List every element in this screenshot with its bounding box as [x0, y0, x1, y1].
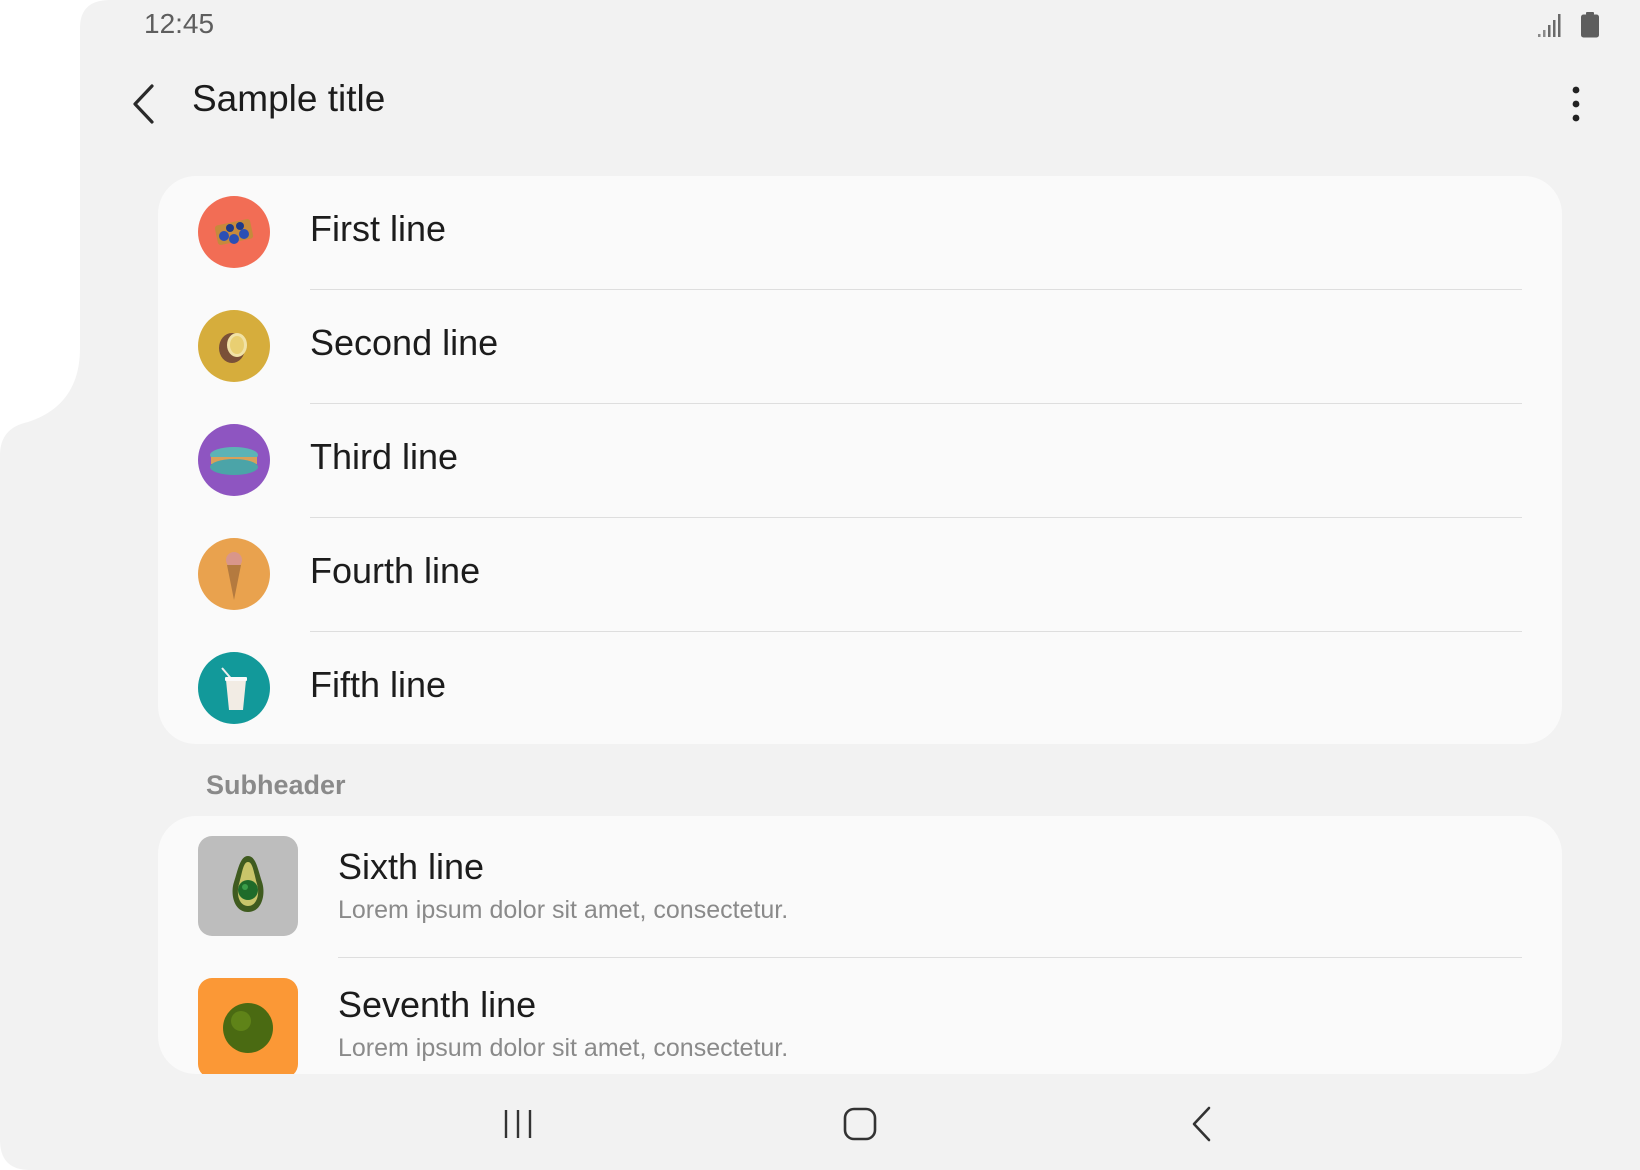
list-item-seventh[interactable]: Seventh line Lorem ipsum dolor sit amet,…	[158, 958, 1562, 1074]
list-item-fourth[interactable]: Fourth line	[158, 518, 1562, 632]
macaron-avatar-icon	[198, 424, 270, 496]
subheader: Subheader	[206, 770, 346, 800]
chevron-left-icon	[133, 84, 154, 124]
more-vert-icon	[1572, 86, 1580, 122]
avocado-thumbnail-icon	[198, 836, 298, 936]
page-title: Sample title	[192, 78, 386, 119]
list-item-third[interactable]: Third line	[158, 404, 1562, 518]
drink-cup-avatar-icon	[198, 652, 270, 724]
back-button[interactable]	[124, 80, 164, 128]
list-item-label: Fifth line	[310, 664, 447, 705]
nav-back-button[interactable]	[1172, 1100, 1232, 1148]
list-item-label: Third line	[310, 436, 459, 477]
home-button[interactable]	[830, 1100, 890, 1148]
list-card-primary: First line Second line Third line Fourth…	[158, 176, 1562, 744]
back-icon	[1192, 1106, 1211, 1142]
fruit-avatar-icon	[198, 310, 270, 382]
list-item-sixth[interactable]: Sixth line Lorem ipsum dolor sit amet, c…	[158, 816, 1562, 958]
recents-icon	[504, 1110, 532, 1138]
signal-icon	[1536, 12, 1564, 43]
home-icon	[843, 1107, 877, 1141]
list-item-label: Second line	[310, 322, 499, 363]
ice-cream-avatar-icon	[198, 538, 270, 610]
list-item-subtitle: Lorem ipsum dolor sit amet, consectetur.	[338, 896, 789, 924]
more-options-button[interactable]	[1556, 80, 1596, 128]
list-item-fifth[interactable]: Fifth line	[158, 632, 1562, 744]
list-item-title: Seventh line	[338, 984, 537, 1025]
device-screen: 12:45 Sample title First line Second lin…	[0, 0, 1640, 1170]
list-item-subtitle: Lorem ipsum dolor sit amet, consectetur.	[338, 1034, 789, 1062]
list-card-secondary: Sixth line Lorem ipsum dolor sit amet, c…	[158, 816, 1562, 1074]
status-time: 12:45	[144, 8, 215, 39]
list-item-second[interactable]: Second line	[158, 290, 1562, 404]
list-item-label: Fourth line	[310, 550, 481, 591]
battery-icon	[1580, 12, 1600, 43]
moss-ball-thumbnail-icon	[198, 978, 298, 1074]
toy-avatar-icon	[198, 196, 270, 268]
list-item-label: First line	[310, 208, 447, 249]
list-item-title: Sixth line	[338, 846, 485, 887]
recents-button[interactable]	[488, 1100, 548, 1148]
list-item-first[interactable]: First line	[158, 176, 1562, 290]
